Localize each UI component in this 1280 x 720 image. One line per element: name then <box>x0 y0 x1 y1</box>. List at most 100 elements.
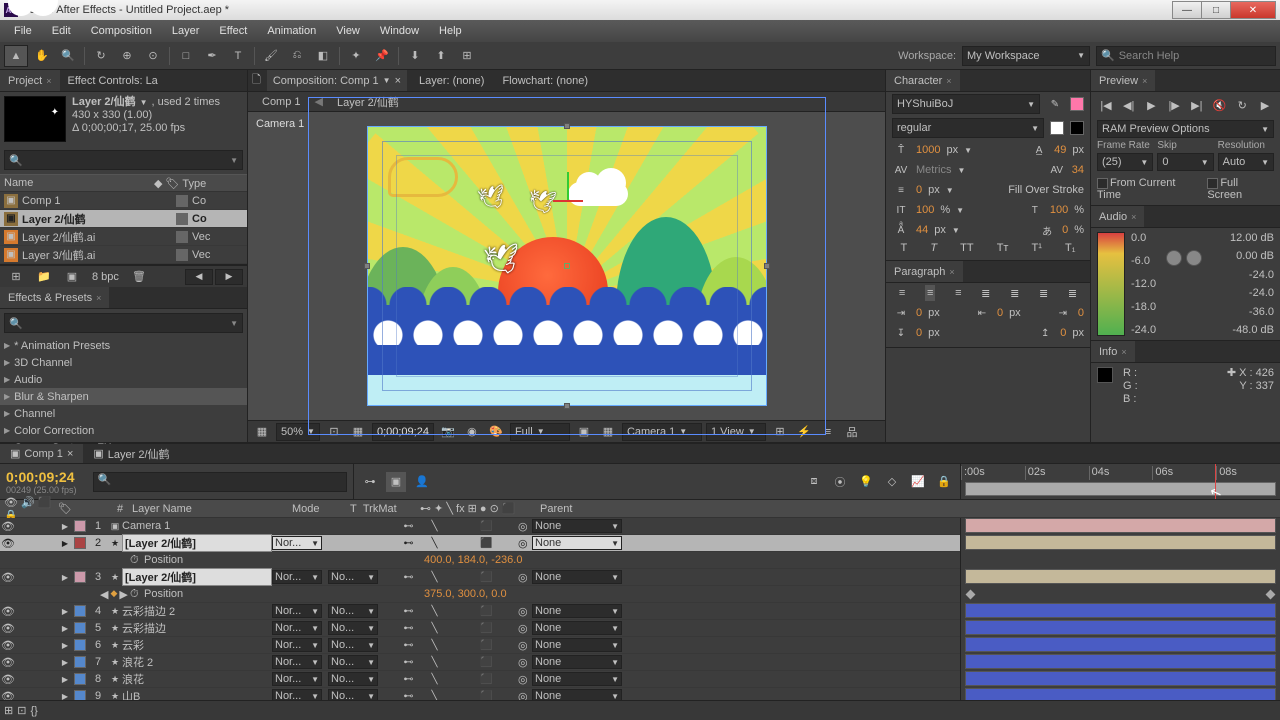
collapse-icon[interactable]: ⊷ <box>402 674 415 685</box>
smallcaps-icon[interactable]: Tᴛ <box>997 242 1009 254</box>
mode-select[interactable]: Nor...▼ <box>272 570 322 584</box>
project-item[interactable]: ▣Layer 2/仙鹤.aiVec <box>0 228 247 246</box>
property-row[interactable]: ⏱Position400.0, 184.0, -236.0 <box>0 552 960 569</box>
twirl-icon[interactable]: ▶ <box>58 641 72 650</box>
menu-view[interactable]: View <box>326 25 370 37</box>
show-channel-icon[interactable]: ◉ <box>462 423 482 441</box>
fill-color[interactable] <box>1070 97 1084 111</box>
visibility-toggle[interactable]: 👁 <box>0 520 16 533</box>
label-color[interactable] <box>74 571 86 583</box>
layer-bar[interactable] <box>965 603 1276 618</box>
camera-tool[interactable]: ⊕ <box>115 45 139 67</box>
twirl-icon[interactable]: ▶ <box>58 539 72 548</box>
collapse-icon[interactable]: ⊷ <box>402 691 415 701</box>
resolution-select[interactable]: Full▼ <box>510 423 570 441</box>
twirl-icon[interactable]: ▶ <box>58 573 72 582</box>
mode-select[interactable]: Nor...▼ <box>272 672 322 686</box>
interpret-icon[interactable]: ⊞ <box>4 266 28 288</box>
mode-select[interactable]: Nor...▼ <box>272 689 322 700</box>
parent-pickwhip-icon[interactable]: ◎ <box>518 656 532 669</box>
trkmat-select[interactable]: No...▼ <box>328 604 378 618</box>
layer-name[interactable]: 山B <box>122 688 272 700</box>
font-family-select[interactable]: HYShuiBoJ▼ <box>892 94 1040 114</box>
parent-select[interactable]: None▼ <box>532 570 622 584</box>
draft3d-icon[interactable]: ▣ <box>386 472 406 492</box>
quality-icon[interactable]: ╲ <box>428 674 441 685</box>
visibility-toggle[interactable]: 👁 <box>0 571 16 584</box>
parent-select[interactable]: None▼ <box>532 638 622 652</box>
toggle-switches-icon[interactable]: ⊞ <box>4 704 13 717</box>
toggle-modes-icon[interactable]: ⊡ <box>17 704 26 717</box>
project-item[interactable]: ▣Layer 2/仙鹤Co <box>0 210 247 228</box>
quality-icon[interactable]: ╲ <box>428 640 441 651</box>
3d-icon[interactable]: ⬛ <box>480 657 493 668</box>
layer-tab[interactable]: Layer: (none) <box>413 70 490 91</box>
keyframe-icon[interactable]: ◆ <box>110 588 117 601</box>
layer-bar[interactable] <box>965 671 1276 686</box>
baseline-input[interactable]: 44 <box>916 224 928 236</box>
twirl-icon[interactable]: ▶ <box>58 658 72 667</box>
parent-select[interactable]: None▼ <box>532 519 622 533</box>
bpc-toggle[interactable]: 8 bpc <box>88 271 123 283</box>
collapse-icon[interactable]: ⊷ <box>402 521 415 532</box>
effect-category[interactable]: ▶Color Correction <box>0 422 247 439</box>
maximize-button[interactable]: □ <box>1201 1 1231 19</box>
align-center-icon[interactable]: ≡ <box>925 285 935 301</box>
next-kf-icon[interactable]: ▶ <box>119 588 127 601</box>
trkmat-select[interactable]: No...▼ <box>328 689 378 700</box>
view-axis-icon[interactable]: ⊞ <box>455 45 479 67</box>
composition-tab[interactable]: Composition: Comp 1▼× <box>267 70 407 91</box>
3d-icon[interactable]: ⬛ <box>480 521 493 532</box>
collapse-icon[interactable]: ⊷ <box>402 623 415 634</box>
property-value[interactable]: 375.0, 300.0, 0.0 <box>424 588 507 600</box>
timeline-layer[interactable]: 👁▶4★云彩描边 2Nor...▼No...▼⊷╲⬛◎None▼ <box>0 603 960 620</box>
stroke-option-select[interactable]: Fill Over Stroke <box>1008 184 1084 196</box>
label-color[interactable] <box>74 673 86 685</box>
visibility-toggle[interactable]: 👁 <box>0 622 16 635</box>
project-item[interactable]: ▣Layer 3/仙鹤.aiVec <box>0 246 247 264</box>
full-screen-checkbox[interactable]: Full Screen <box>1207 177 1274 201</box>
trkmat-select[interactable]: No...▼ <box>328 570 378 584</box>
menu-window[interactable]: Window <box>370 25 429 37</box>
auto-keyframe-icon[interactable]: ◇ <box>882 472 902 492</box>
layer-name[interactable]: [Layer 2/仙鹤] <box>122 568 272 586</box>
zoom-select[interactable]: 50%▼ <box>276 423 320 441</box>
prev-icon[interactable]: ◀ <box>185 269 213 285</box>
parent-pickwhip-icon[interactable]: ◎ <box>518 673 532 686</box>
quality-icon[interactable]: ╲ <box>428 538 441 549</box>
timeline-layer[interactable]: 👁▶5★云彩描边Nor...▼No...▼⊷╲⬛◎None▼ <box>0 620 960 637</box>
layer-bar[interactable] <box>965 518 1276 533</box>
quality-icon[interactable]: ╲ <box>428 691 441 701</box>
time-ruler[interactable]: :00s02s04s06s08s ↖ <box>960 464 1280 499</box>
hide-shy-icon[interactable]: 👤 <box>412 472 432 492</box>
label-color[interactable] <box>74 622 86 634</box>
trkmat-select[interactable]: No...▼ <box>328 638 378 652</box>
loop-button[interactable]: ↻ <box>1233 96 1251 114</box>
mode-select[interactable]: Nor...▼ <box>272 604 322 618</box>
layer-bar[interactable] <box>965 535 1276 550</box>
menu-layer[interactable]: Layer <box>162 25 210 37</box>
timeline-time[interactable]: 0;00;09;24 <box>6 469 77 485</box>
quality-icon[interactable]: ╲ <box>428 623 441 634</box>
mode-select[interactable]: Nor...▼ <box>272 621 322 635</box>
breadcrumb-comp[interactable]: Comp 1 <box>256 96 307 108</box>
effect-controls-tab[interactable]: Effect Controls: La <box>60 70 166 91</box>
stroke-color-black[interactable] <box>1070 121 1084 135</box>
color-mgmt-icon[interactable]: 🎨 <box>486 423 506 441</box>
type-tool[interactable]: T <box>226 45 250 67</box>
timeline-tab-layer2[interactable]: ▣ Layer 2/仙鹤 <box>83 444 179 463</box>
snapshot-icon[interactable]: 📷 <box>438 423 458 441</box>
parent-pickwhip-icon[interactable]: ◎ <box>518 605 532 618</box>
timeline-layer[interactable]: 👁▶6★云彩Nor...▼No...▼⊷╲⬛◎None▼ <box>0 637 960 654</box>
preview-tab[interactable]: Preview× <box>1091 70 1155 91</box>
subscript-icon[interactable]: T₁ <box>1065 242 1075 254</box>
bold-icon[interactable]: T <box>901 242 908 254</box>
mask-icon[interactable]: ▣ <box>574 423 594 441</box>
menu-edit[interactable]: Edit <box>42 25 81 37</box>
graph-editor-icon[interactable]: 📈 <box>908 472 928 492</box>
lock-icon[interactable]: 🔒 <box>934 472 954 492</box>
play-button[interactable]: ▶ <box>1142 96 1160 114</box>
layer-bar[interactable] <box>965 637 1276 652</box>
workspace-selector[interactable]: My Workspace▼ <box>962 46 1090 66</box>
3d-icon[interactable]: ⬛ <box>480 606 493 617</box>
